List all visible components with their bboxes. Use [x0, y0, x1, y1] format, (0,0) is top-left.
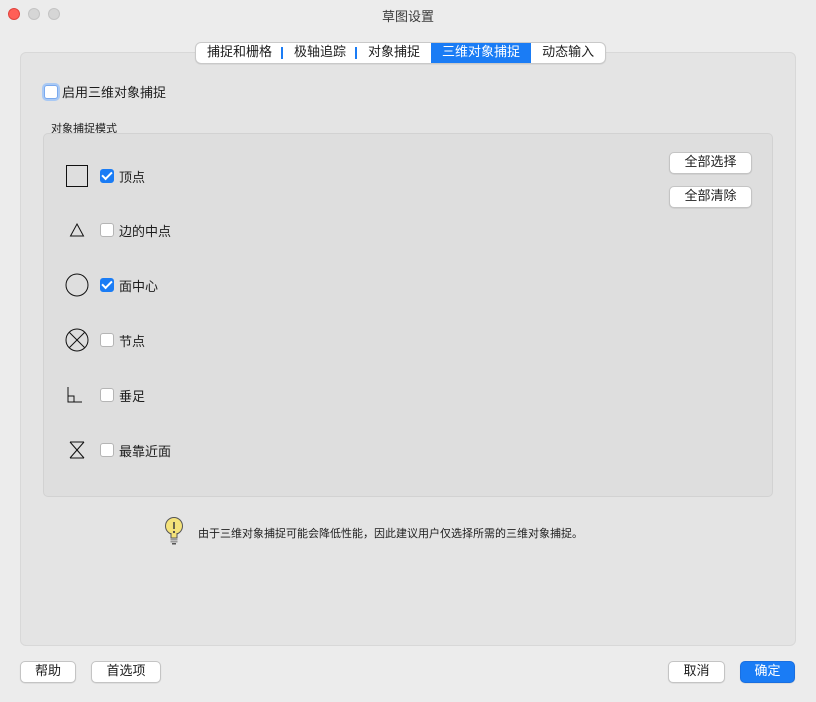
snap-mode-node: 节点 [64, 327, 145, 353]
tab-snap-and-grid[interactable]: 捕捉和栅格 [196, 43, 284, 63]
node-checkbox[interactable] [100, 333, 114, 347]
snap-mode-face-center: 面中心 [64, 272, 158, 298]
snap-mode-perpendicular: 垂足 [64, 382, 145, 408]
perpendicular-checkbox[interactable] [100, 388, 114, 402]
tab-3d-object-snap[interactable]: 三维对象捕捉 [431, 43, 532, 63]
performance-tip: 由于三维对象捕捉可能会降低性能，因此建议用户仅选择所需的三维对象捕捉。 [164, 516, 583, 550]
perpendicular-label[interactable]: 垂足 [119, 386, 145, 405]
ok-button[interactable]: 确定 [740, 661, 795, 683]
triangle-icon [64, 217, 90, 243]
clear-all-button[interactable]: 全部清除 [669, 186, 752, 208]
vertex-label[interactable]: 顶点 [119, 167, 145, 186]
help-button[interactable]: 帮助 [20, 661, 76, 683]
snap-mode-nearest-face: 最靠近面 [64, 437, 171, 463]
tab-dynamic-input[interactable]: 动态输入 [531, 43, 605, 63]
window-title: 草图设置 [381, 10, 434, 25]
cancel-button[interactable]: 取消 [668, 661, 725, 683]
edge-midpoint-label[interactable]: 边的中点 [119, 221, 171, 240]
square-icon [64, 163, 90, 189]
circle-x-icon [64, 327, 90, 353]
select-all-button[interactable]: 全部选择 [669, 152, 752, 174]
hourglass-icon [64, 437, 90, 463]
nearest-face-checkbox[interactable] [100, 443, 114, 457]
vertex-checkbox[interactable] [100, 169, 114, 183]
options-button[interactable]: 首选项 [91, 661, 161, 683]
enable-3d-snap-row: 启用三维对象捕捉 [44, 82, 166, 101]
edge-midpoint-checkbox[interactable] [100, 223, 114, 237]
face-center-checkbox[interactable] [100, 278, 114, 292]
title-bar: 草图设置 [0, 0, 816, 28]
nearest-face-label[interactable]: 最靠近面 [119, 441, 171, 460]
dialog-window: 草图设置 捕捉和栅格 极轴追踪 对象捕捉 三维对象捕捉 动态输入 启用三维对象捕… [0, 0, 816, 702]
tab-bar: 捕捉和栅格 极轴追踪 对象捕捉 三维对象捕捉 动态输入 [195, 42, 607, 64]
tab-object-snap[interactable]: 对象捕捉 [357, 43, 431, 63]
node-label[interactable]: 节点 [119, 331, 145, 350]
face-center-label[interactable]: 面中心 [119, 276, 158, 295]
enable-3d-snap-label[interactable]: 启用三维对象捕捉 [62, 82, 166, 101]
lightbulb-icon [164, 516, 184, 550]
enable-3d-snap-checkbox[interactable] [44, 84, 58, 99]
circle-icon [64, 272, 90, 298]
tab-polar-tracking[interactable]: 极轴追踪 [283, 43, 358, 63]
snap-mode-vertex: 顶点 [64, 163, 145, 189]
snap-mode-edge-midpoint: 边的中点 [64, 217, 171, 243]
perpendicular-icon [64, 382, 90, 408]
tip-text: 由于三维对象捕捉可能会降低性能，因此建议用户仅选择所需的三维对象捕捉。 [198, 527, 583, 540]
